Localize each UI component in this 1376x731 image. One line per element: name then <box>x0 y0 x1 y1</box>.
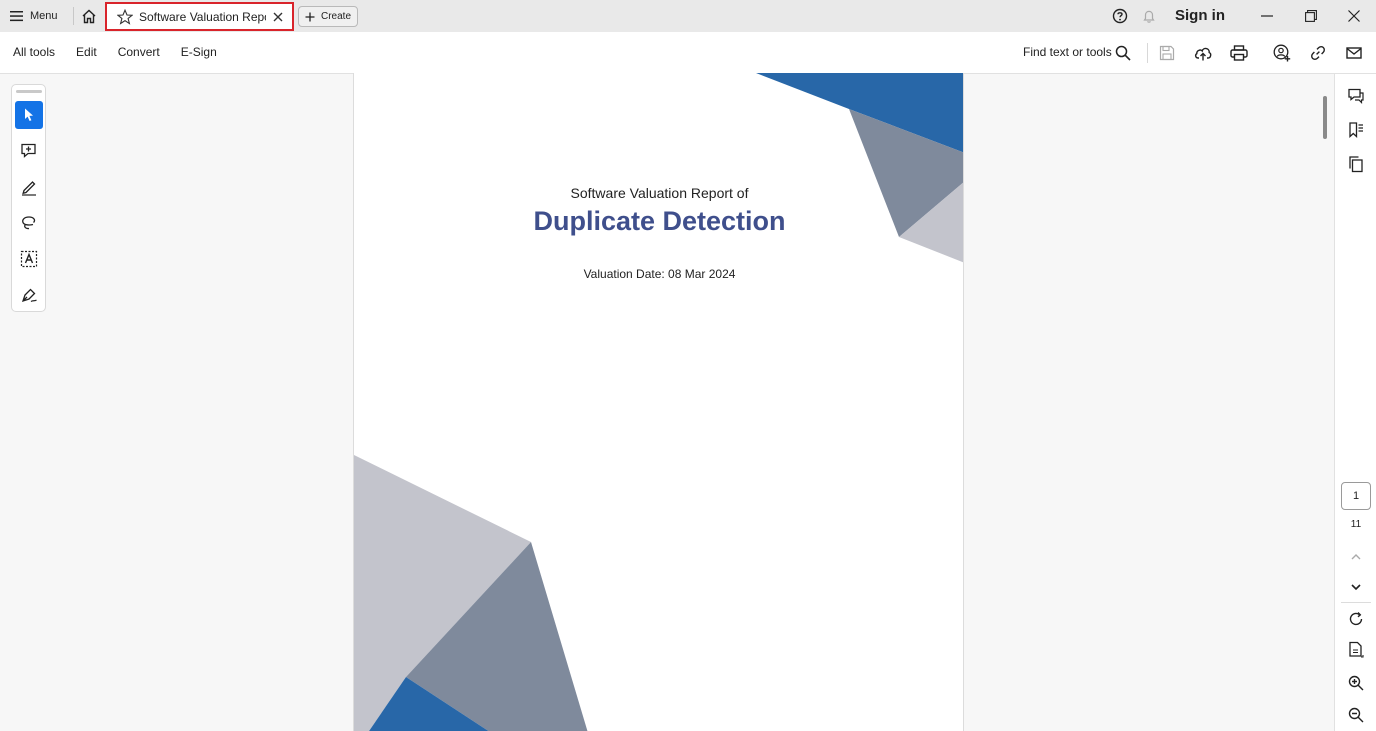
text-box-icon <box>20 250 38 268</box>
help-icon <box>1112 8 1128 24</box>
link-button[interactable] <box>1307 42 1329 64</box>
zoom-in-icon <box>1348 675 1364 691</box>
help-button[interactable] <box>1109 5 1131 27</box>
fit-page-button[interactable] <box>1344 638 1368 662</box>
tab-all-tools[interactable]: All tools <box>13 45 55 59</box>
share-user-button[interactable] <box>1271 42 1293 64</box>
pages-panel-button[interactable] <box>1344 152 1368 176</box>
toolbar-nav: All tools Edit Convert E-Sign <box>13 45 217 59</box>
bookmarks-panel-button[interactable] <box>1344 118 1368 142</box>
find-text-or-tools[interactable]: Find text or tools <box>1023 45 1112 59</box>
close-tab-icon[interactable] <box>272 11 284 23</box>
main-toolbar: All tools Edit Convert E-Sign Find text … <box>0 32 1376 74</box>
copy-pages-icon <box>1349 156 1363 173</box>
document-subtitle: Software Valuation Report of <box>570 185 749 201</box>
scrollbar-thumb[interactable] <box>1323 96 1327 139</box>
rail-divider <box>1341 602 1371 603</box>
menu-label: Menu <box>30 10 58 22</box>
tab-convert[interactable]: Convert <box>118 45 160 59</box>
home-icon <box>82 9 96 23</box>
comment-add-icon <box>21 143 36 158</box>
minimize-button[interactable] <box>1256 5 1278 27</box>
chevron-up-icon <box>1351 554 1361 560</box>
tab-document[interactable]: Software Valuation Repo... <box>105 2 294 31</box>
page-fit-icon <box>1349 641 1364 658</box>
lasso-icon <box>22 216 36 230</box>
title-bar: Menu Software Valuation Repo... Create <box>0 0 1376 32</box>
user-add-icon <box>1273 44 1291 62</box>
drag-handle[interactable] <box>16 90 42 93</box>
app-window: Menu Software Valuation Repo... Create <box>0 0 1376 731</box>
mail-icon <box>1346 47 1362 59</box>
tab-edit[interactable]: Edit <box>76 45 97 59</box>
tab-e-sign[interactable]: E-Sign <box>181 45 217 59</box>
create-label: Create <box>320 11 351 22</box>
current-page-input[interactable]: 1 <box>1341 482 1371 510</box>
bell-icon <box>1143 10 1155 23</box>
right-rail: 1 11 <box>1334 74 1376 731</box>
rotate-icon <box>1349 612 1363 626</box>
toolbar-divider <box>1147 43 1148 63</box>
cover-decoration <box>354 73 963 731</box>
chevron-down-icon <box>1351 584 1361 591</box>
quick-tools-panel <box>11 84 46 312</box>
divider <box>73 7 74 25</box>
document-page[interactable]: Software Valuation Report of Duplicate D… <box>353 73 964 731</box>
cursor-icon <box>25 108 33 121</box>
close-window-button[interactable] <box>1343 5 1365 27</box>
valuation-date: Valuation Date: 08 Mar 2024 <box>583 267 736 281</box>
comments-icon <box>1348 88 1364 104</box>
draw-tool-button[interactable] <box>15 209 43 237</box>
select-tool-button[interactable] <box>15 101 43 129</box>
pen-nib-icon <box>21 288 37 303</box>
zoom-out-button[interactable] <box>1344 703 1368 727</box>
close-icon <box>1348 10 1360 22</box>
rotate-button[interactable] <box>1344 607 1368 631</box>
next-page-button[interactable] <box>1344 575 1368 599</box>
hamburger-icon <box>10 11 23 22</box>
restore-button[interactable] <box>1300 5 1322 27</box>
menu-button[interactable]: Menu <box>10 5 58 27</box>
save-icon <box>1159 45 1175 61</box>
star-icon[interactable] <box>117 8 133 25</box>
previous-page-button[interactable] <box>1344 545 1368 569</box>
notifications-button[interactable] <box>1138 5 1160 27</box>
bookmark-icon <box>1349 122 1363 138</box>
upload-button[interactable] <box>1192 42 1214 64</box>
print-button[interactable] <box>1228 42 1250 64</box>
link-icon <box>1311 46 1325 60</box>
comments-panel-button[interactable] <box>1344 84 1368 108</box>
restore-icon <box>1305 10 1317 22</box>
plus-icon <box>305 12 315 21</box>
sign-tool-button[interactable] <box>15 281 43 309</box>
email-button[interactable] <box>1343 42 1365 64</box>
cloud-upload-icon <box>1194 47 1212 61</box>
sign-in-button[interactable]: Sign in <box>1175 7 1225 24</box>
document-title: Duplicate Detection <box>533 206 786 236</box>
pen-icon <box>22 181 36 196</box>
tab-title: Software Valuation Repo... <box>139 9 266 24</box>
save-button[interactable] <box>1156 42 1178 64</box>
minimize-icon <box>1261 15 1273 17</box>
search-icon <box>1115 45 1131 61</box>
print-icon <box>1230 45 1248 61</box>
zoom-out-icon <box>1348 707 1364 723</box>
create-button[interactable]: Create <box>298 6 358 27</box>
zoom-in-button[interactable] <box>1344 671 1368 695</box>
add-comment-tool-button[interactable] <box>15 137 43 165</box>
home-button[interactable] <box>78 5 100 27</box>
search-button[interactable] <box>1112 42 1134 64</box>
total-pages: 11 <box>1350 519 1362 530</box>
text-select-tool-button[interactable] <box>15 245 43 273</box>
highlight-tool-button[interactable] <box>15 173 43 201</box>
